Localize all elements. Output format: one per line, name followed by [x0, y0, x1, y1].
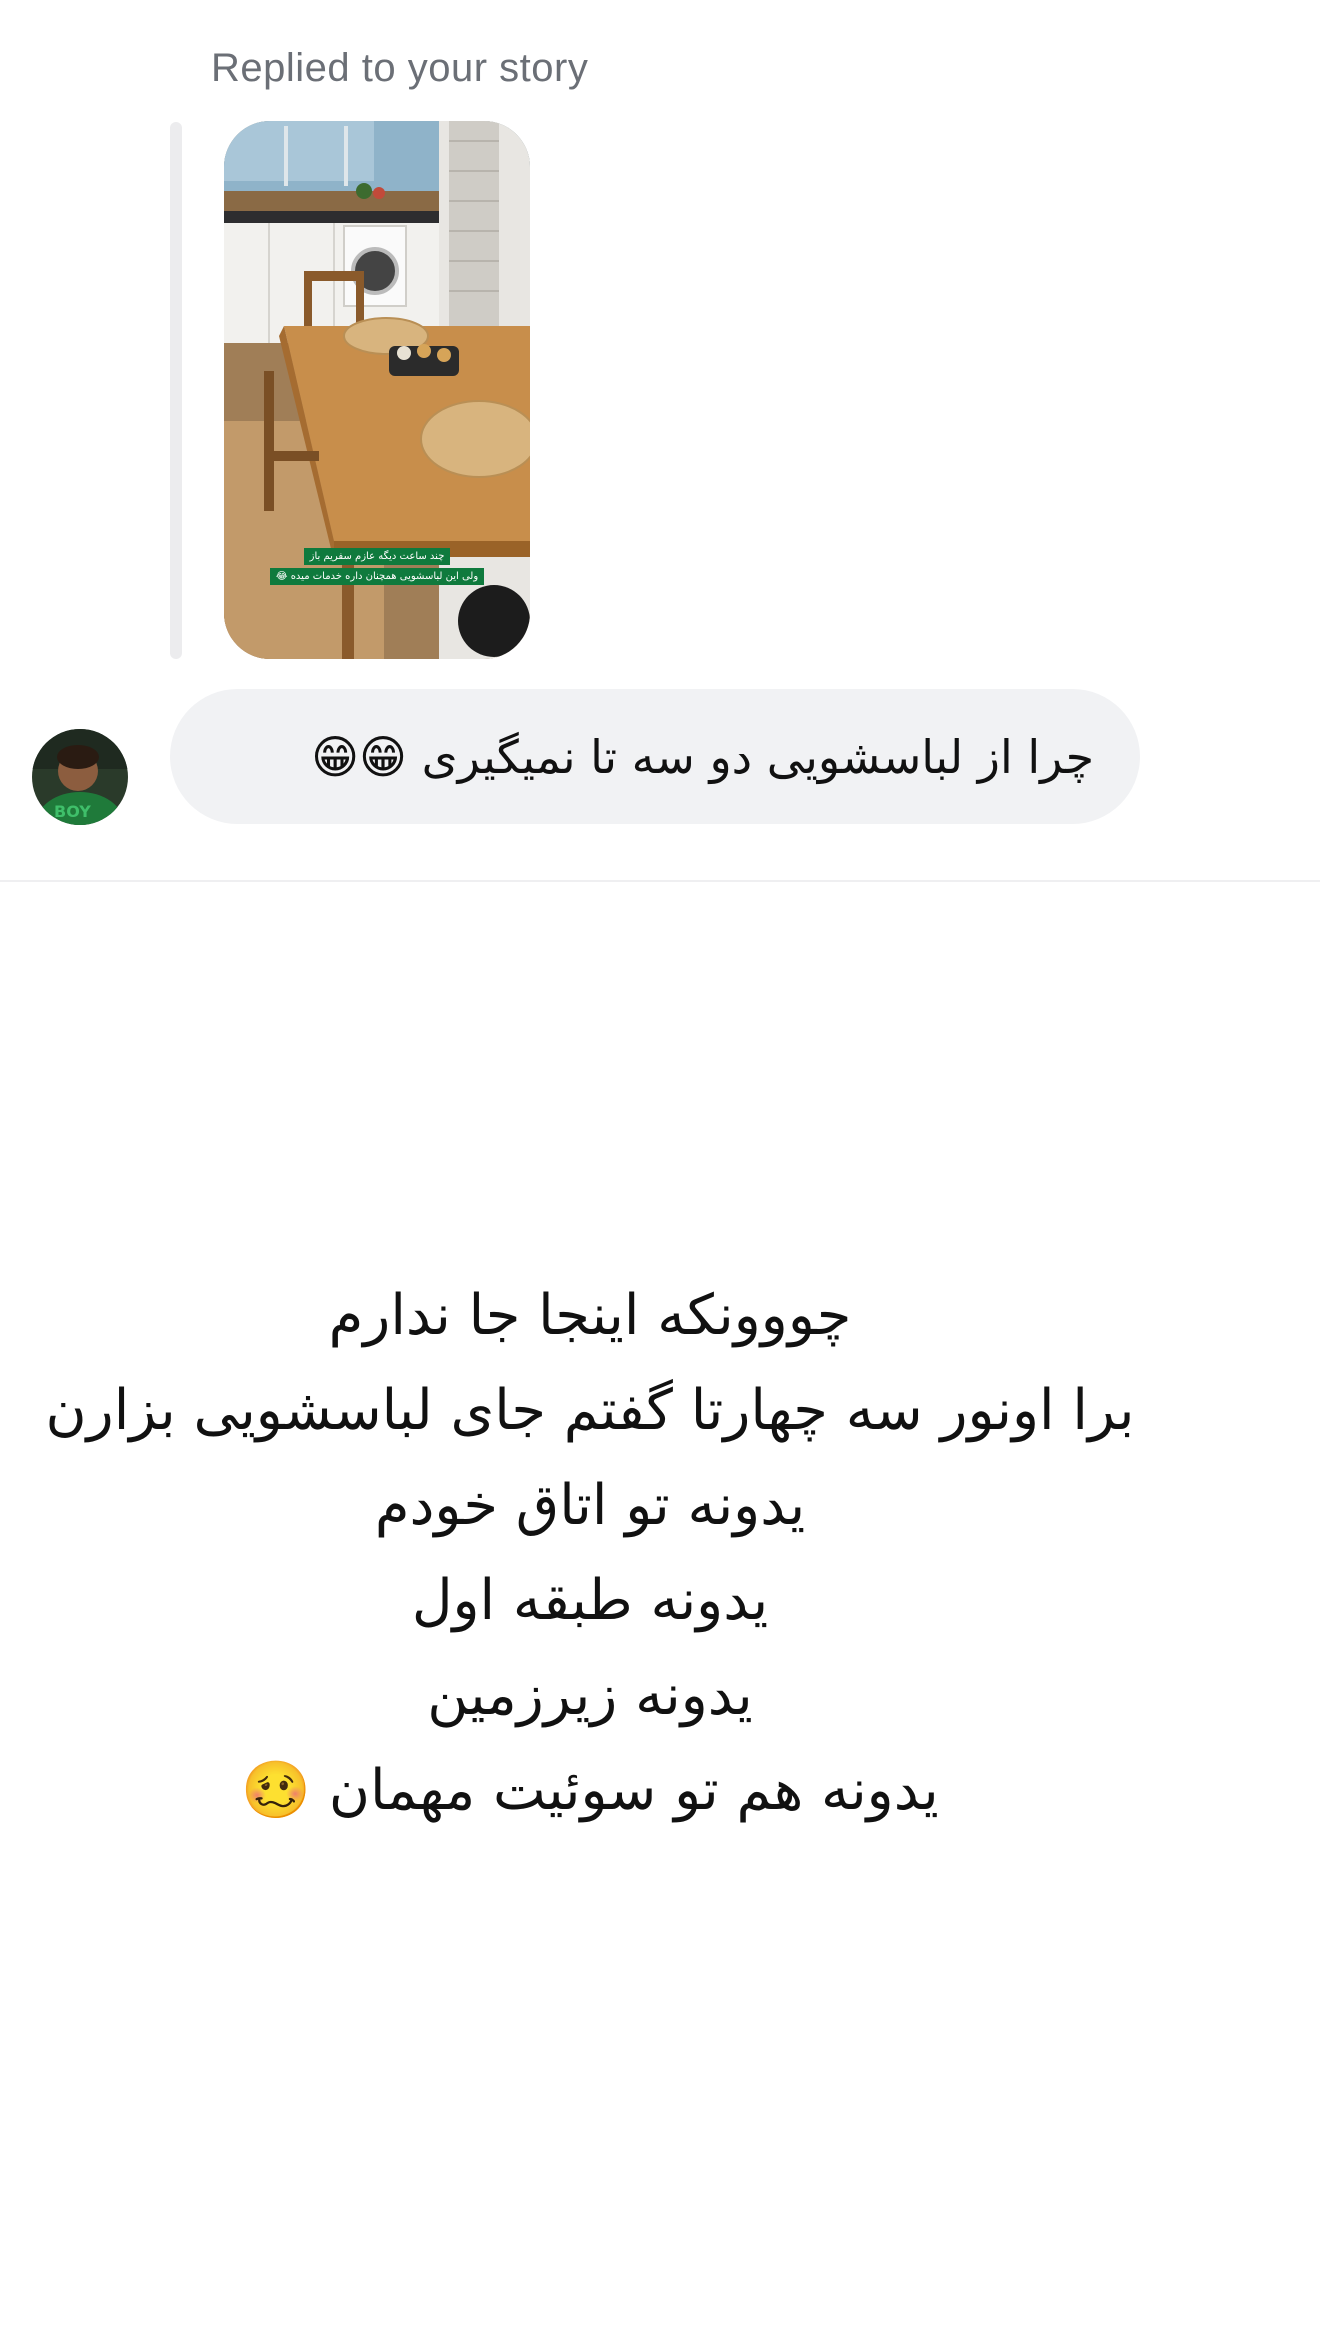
note-line-5: یدونه زیرزمین	[427, 1663, 753, 1728]
story-thumbnail[interactable]: چند ساعت دیگه عازم سفریم باز ولی این لبا…	[224, 121, 530, 659]
note-text: چووونکه اینجا جا ندارم برا اونور سه چهار…	[30, 1268, 1150, 1838]
note-line-1: چووونکه اینجا جا ندارم	[328, 1283, 852, 1348]
story-caption-line-2: ولی این لباسشویی همچنان داره خدمات میده …	[269, 568, 485, 585]
note-line-2: برا اونور سه چهارتا گفتم جای لباسشویی بز…	[45, 1378, 1135, 1443]
svg-text:BOY: BOY	[54, 802, 91, 821]
story-caption: چند ساعت دیگه عازم سفریم باز ولی این لبا…	[242, 548, 512, 585]
note-line-4: یدونه طبقه اول	[411, 1568, 769, 1633]
message-bubble[interactable]: چرا از لباسشویی دو سه تا نمیگیری 😁😁	[170, 689, 1140, 824]
reply-quote-bar	[170, 122, 182, 659]
message-text: چرا از لباسشویی دو سه تا نمیگیری 😁😁	[311, 729, 1094, 784]
avatar-photo: BOY	[32, 729, 128, 825]
avatar[interactable]: BOY	[32, 729, 128, 825]
replied-to-story-label: Replied to your story	[211, 46, 589, 90]
story-caption-line-1: چند ساعت دیگه عازم سفریم باز	[303, 548, 451, 565]
divider	[0, 880, 1320, 882]
note-line-6: یدونه هم تو سوئیت مهمان 🥴	[241, 1758, 939, 1823]
note-line-3: یدونه تو اتاق خودم	[374, 1473, 806, 1538]
